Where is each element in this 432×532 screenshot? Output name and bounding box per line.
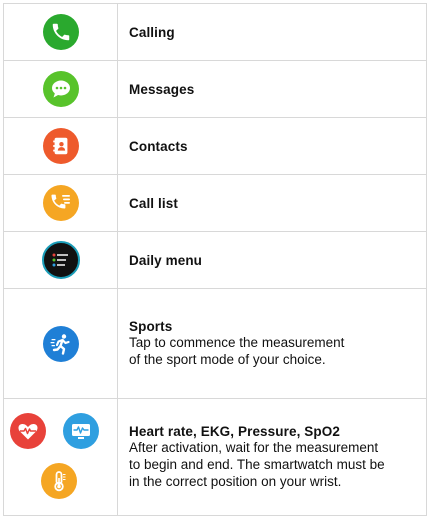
table-row: Sports Tap to commence the measurement o… bbox=[3, 289, 427, 399]
icon-cell bbox=[3, 175, 118, 231]
row-title: Calling bbox=[129, 24, 175, 40]
text-cell: Calling bbox=[118, 4, 427, 60]
icon-cell bbox=[3, 118, 118, 174]
icon-cell bbox=[3, 4, 118, 60]
row-description-line: Tap to commence the measurement bbox=[129, 335, 345, 350]
row-title: Call list bbox=[129, 195, 178, 211]
icon-cell bbox=[3, 289, 118, 398]
text-cell: Daily menu bbox=[118, 232, 427, 288]
icon-cell bbox=[3, 61, 118, 117]
row-title: Heart rate, EKG, Pressure, SpO2 bbox=[129, 424, 340, 439]
row-description-line: After activation, wait for the measureme… bbox=[129, 440, 379, 455]
table-row: Heart rate, EKG, Pressure, SpO2 After ac… bbox=[3, 399, 427, 516]
table-row: Contacts bbox=[3, 118, 427, 175]
text-cell: Call list bbox=[118, 175, 427, 231]
row-description-line: of the sport mode of your choice. bbox=[129, 352, 326, 367]
row-description-line: to begin and end. The smartwatch must be bbox=[129, 457, 385, 472]
row-title: Daily menu bbox=[129, 252, 203, 268]
thermometer-icon bbox=[41, 463, 77, 499]
text-cell: Heart rate, EKG, Pressure, SpO2 After ac… bbox=[118, 399, 427, 515]
table-row: Call list bbox=[3, 175, 427, 232]
table-row: Calling bbox=[3, 3, 427, 61]
running-man-icon bbox=[42, 325, 79, 362]
table-row: Daily menu bbox=[3, 232, 427, 289]
icon-cell bbox=[3, 232, 118, 288]
phone-icon bbox=[42, 14, 79, 50]
chat-bubble-icon bbox=[42, 71, 79, 107]
ekg-icon bbox=[63, 413, 99, 449]
row-title: Messages bbox=[129, 81, 195, 97]
text-cell: Contacts bbox=[118, 118, 427, 174]
row-title: Sports bbox=[129, 319, 173, 334]
text-cell: Messages bbox=[118, 61, 427, 117]
contacts-book-icon bbox=[42, 128, 79, 164]
call-list-icon bbox=[42, 185, 79, 221]
text-cell: Sports Tap to commence the measurement o… bbox=[118, 289, 427, 398]
row-description-line: in the correct position on your wrist. bbox=[129, 474, 342, 489]
icon-cell bbox=[3, 399, 118, 515]
heart-rate-icon bbox=[10, 413, 46, 449]
table-row: Messages bbox=[3, 61, 427, 118]
daily-menu-watchface-icon bbox=[41, 241, 80, 279]
row-title: Contacts bbox=[129, 138, 188, 154]
feature-table: Calling Messages Contacts Call list Dail… bbox=[3, 3, 427, 516]
